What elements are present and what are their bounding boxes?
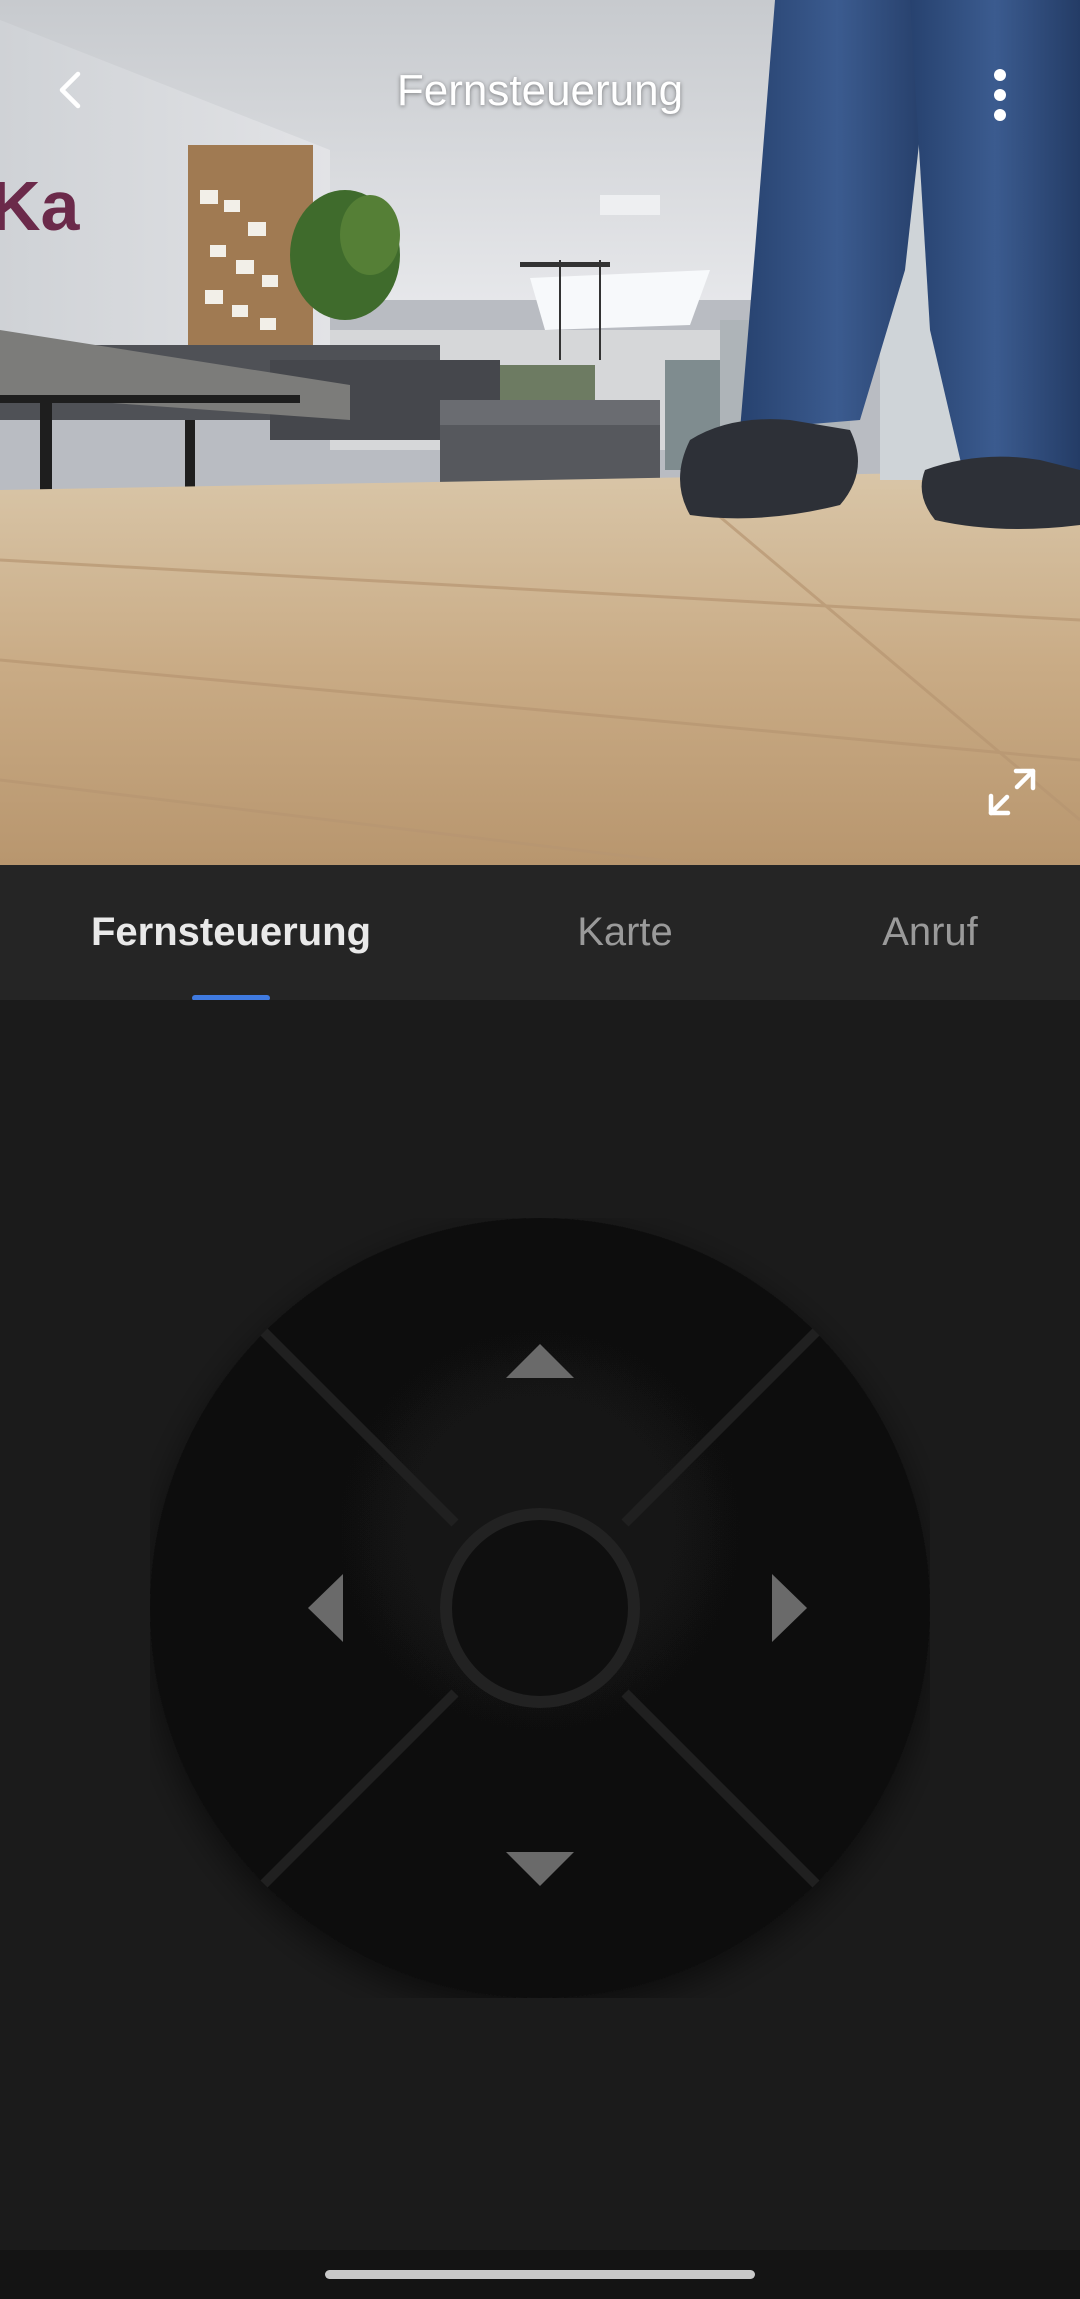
tab-call[interactable]: Anruf — [840, 865, 1020, 1000]
tab-bar: Fernsteuerung Karte Anruf — [0, 865, 1080, 1000]
tab-map[interactable]: Karte — [520, 865, 730, 1000]
home-indicator[interactable] — [325, 2270, 755, 2279]
dpad-center-button[interactable] — [446, 1514, 634, 1702]
dpad-down-button[interactable] — [380, 1728, 700, 1978]
dpad-left-button[interactable] — [170, 1448, 420, 1768]
direction-pad — [150, 1218, 930, 1998]
dpad-up-button[interactable] — [380, 1238, 700, 1488]
top-app-bar: Fernsteuerung — [0, 0, 1080, 190]
back-button[interactable] — [30, 50, 110, 130]
more-vertical-icon — [994, 69, 1006, 121]
more-options-button[interactable] — [960, 55, 1040, 135]
chevron-left-icon — [59, 71, 81, 109]
system-navigation-bar — [0, 2250, 1080, 2299]
camera-feed: Ka Fernsteuerung — [0, 0, 1080, 865]
page-title: Fernsteuerung — [396, 66, 684, 115]
tab-remote-control[interactable]: Fernsteuerung — [60, 865, 402, 1000]
remote-control-screen: Ka Fernsteuerung Fernsteuerung Karte Anr… — [0, 0, 1080, 2299]
expand-icon — [988, 768, 1036, 816]
dpad-right-button[interactable] — [660, 1448, 910, 1768]
fullscreen-button[interactable] — [972, 752, 1052, 832]
